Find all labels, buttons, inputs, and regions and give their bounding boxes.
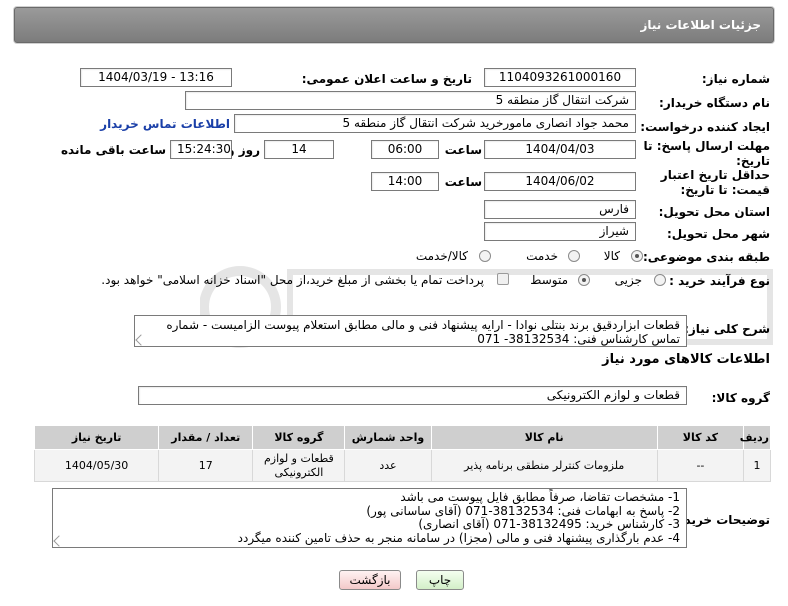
hours-remaining-label: ساعت باقی مانده	[60, 143, 166, 157]
treasury-checkbox[interactable]	[497, 273, 509, 285]
goods-info-heading: اطلاعات کالاهای مورد نیاز	[602, 352, 770, 367]
buyer-notes-textarea: 1- مشخصات تقاضا، صرفاً مطابق فایل پیوست …	[52, 488, 687, 548]
validity-hour-label: ساعت	[444, 175, 482, 189]
cell-unit: عدد	[344, 449, 432, 482]
requester-label: ایجاد کننده درخواست:	[640, 120, 770, 134]
goods-group-field: قطعات و لوازم الکترونیکی	[138, 386, 687, 405]
goods-group-label: گروه کالا:	[711, 391, 770, 405]
items-table: ردیف کد کالا نام کالا واحد شمارش گروه کا…	[33, 425, 772, 482]
buyer-org-field: شرکت انتقال گاز منطقه 5	[185, 91, 636, 110]
remaining-time-field: 15:24:30	[170, 140, 232, 159]
reply-deadline-label: مهلت ارسال پاسخ: تا تاریخ:	[643, 139, 771, 168]
buyer-note-line: 3- کارشناس خرید: 38132495-071 (آقای انصا…	[418, 517, 680, 531]
resize-grip-icon[interactable]	[135, 334, 147, 346]
process-radio-minor[interactable]	[654, 274, 666, 286]
delivery-city-label: شهر محل تحویل:	[666, 227, 770, 241]
delivery-province-label: استان محل تحویل:	[658, 205, 770, 219]
reply-time-field: 06:00	[371, 140, 439, 159]
category-radio-goods-service[interactable]	[479, 250, 491, 262]
validity-date-field: 1404/06/02	[484, 172, 636, 191]
cell-quantity: 17	[158, 449, 254, 482]
category-option-goods-service: کالا/خدمت	[415, 249, 468, 263]
header-goods-group: گروه کالا	[252, 425, 346, 450]
need-number-field: 1104093261000160	[484, 68, 636, 87]
days-field: 14	[264, 140, 334, 159]
header-row-index: ردیف	[740, 425, 772, 450]
price-validity-label: حداقل تاریخ اعتبار قیمت: تا تاریخ:	[660, 168, 770, 197]
header-goods-code: کد کالا	[656, 425, 744, 450]
announce-datetime-label: تاریخ و ساعت اعلان عمومی:	[301, 72, 472, 86]
description-textarea: قطعات ابزاردقیق برند بنتلی نوادا - ارایه…	[134, 315, 687, 347]
treasury-note: پرداخت تمام یا بخشی از مبلغ خرید،از محل …	[101, 273, 484, 287]
requester-field: محمد جواد انصاری مامورخرید شرکت انتقال گ…	[234, 114, 636, 133]
cell-goods-name: ملزومات کنترلر منطقی برنامه پذیر	[430, 449, 658, 482]
back-button[interactable]: بازگشت	[339, 570, 401, 590]
process-option-medium: متوسط	[530, 273, 568, 287]
process-type-label: نوع فرآیند خرید :	[669, 274, 770, 288]
description-label: شرح کلی نیاز:	[684, 322, 770, 336]
need-number-label: شماره نیاز:	[701, 72, 770, 86]
header-need-date: تاریخ نیاز	[33, 425, 160, 450]
buyer-contact-link[interactable]: اطلاعات تماس خریدار	[100, 117, 230, 131]
buyer-note-line: 2- پاسخ به ابهامات فنی: 38132534-071 (آق…	[366, 503, 680, 518]
city-field: شیراز	[484, 222, 636, 241]
category-label: طبقه بندی موضوعی:	[642, 250, 770, 264]
page-title: جزئیات اطلاعات نیاز	[640, 18, 761, 32]
cell-goods-code: --	[656, 449, 744, 482]
table-row[interactable]: 1 -- ملزومات کنترلر منطقی برنامه پذیر عد…	[33, 449, 772, 482]
header-quantity: تعداد / مقدار	[158, 425, 254, 450]
cell-goods-group: قطعات و لوازم الکترونیکی	[252, 449, 346, 482]
days-and-label: روز و	[227, 143, 260, 157]
print-button[interactable]: چاپ	[416, 570, 464, 590]
buyer-note-line: 4- عدم بارگذاری پیشنهاد فنی و مالی (مجزا…	[237, 530, 680, 545]
cell-need-date: 1404/05/30	[33, 449, 160, 482]
table-header-row: ردیف کد کالا نام کالا واحد شمارش گروه کا…	[33, 425, 772, 450]
header-unit: واحد شمارش	[344, 425, 432, 450]
category-radio-goods[interactable]	[631, 250, 643, 262]
buyer-note-line: 1- مشخصات تقاضا، صرفاً مطابق فایل پیوست …	[400, 490, 680, 504]
category-option-goods: کالا	[603, 249, 620, 263]
panel-header: جزئیات اطلاعات نیاز	[14, 7, 774, 43]
process-radio-medium[interactable]	[578, 274, 590, 286]
header-goods-name: نام کالا	[430, 425, 658, 450]
announce-datetime-field: 1404/03/19 - 13:16	[80, 68, 232, 87]
process-option-minor: جزیی	[614, 273, 642, 287]
buyer-org-label: نام دستگاه خریدار:	[659, 96, 770, 110]
reply-hour-label: ساعت	[444, 143, 482, 157]
category-option-service: خدمت	[526, 249, 558, 263]
validity-time-field: 14:00	[371, 172, 439, 191]
reply-date-field: 1404/04/03	[484, 140, 636, 159]
province-field: فارس	[484, 200, 636, 219]
category-radio-service[interactable]	[568, 250, 580, 262]
description-text: قطعات ابزاردقیق برند بنتلی نوادا - ارایه…	[166, 318, 680, 346]
cell-row-index: 1	[742, 449, 772, 482]
